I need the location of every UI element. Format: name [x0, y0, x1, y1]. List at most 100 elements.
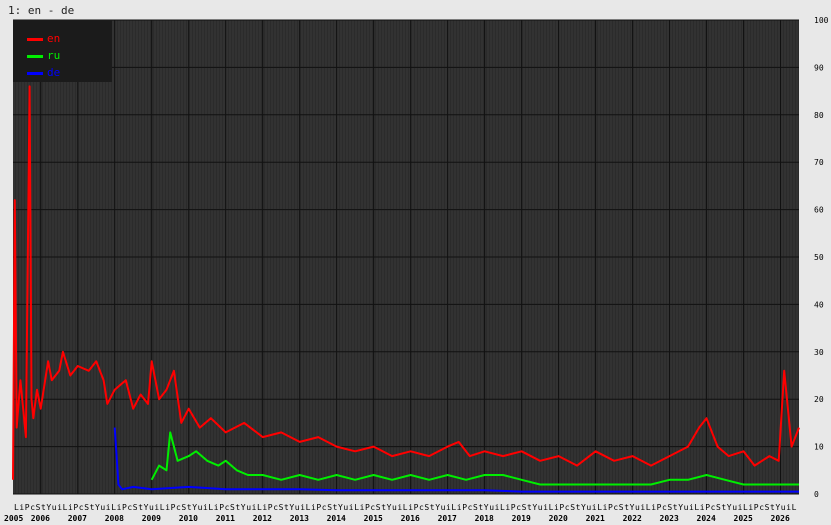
- x-month-tick: t: [381, 503, 386, 512]
- x-month-tick: L: [160, 503, 165, 512]
- x-month-tick: L: [111, 503, 116, 512]
- x-month-tick: i: [117, 503, 122, 512]
- x-axis-ticks: LiPcStYuiLiPcStYuiLiPcStYuiLiPcStYuiLiPc…: [4, 503, 797, 523]
- x-month-tick: t: [624, 503, 629, 512]
- x-year-label-2017: 2017: [438, 514, 457, 523]
- x-month-tick: L: [14, 503, 19, 512]
- x-month-tick: P: [219, 503, 224, 512]
- x-month-tick: u: [52, 503, 57, 512]
- x-month-tick: S: [716, 503, 721, 512]
- x-month-tick: P: [608, 503, 613, 512]
- x-month-tick: c: [370, 503, 375, 512]
- x-year-label-2022: 2022: [623, 514, 642, 523]
- x-month-tick: L: [500, 503, 505, 512]
- x-month-tick: P: [657, 503, 662, 512]
- x-month-tick: P: [365, 503, 370, 512]
- x-month-tick: Y: [532, 503, 537, 512]
- x-month-tick: c: [30, 503, 35, 512]
- x-month-tick: t: [430, 503, 435, 512]
- x-month-tick: i: [106, 503, 111, 512]
- x-year-label-2023: 2023: [660, 514, 679, 523]
- y-tick-label-40: 40: [814, 300, 824, 309]
- x-month-tick: Y: [46, 503, 51, 512]
- y-tick-label-50: 50: [814, 253, 824, 262]
- legend-swatch-ru: [27, 55, 43, 58]
- x-month-tick: u: [441, 503, 446, 512]
- x-month-tick: S: [279, 503, 284, 512]
- x-month-tick: Y: [241, 503, 246, 512]
- x-month-tick: i: [252, 503, 257, 512]
- x-month-tick: t: [527, 503, 532, 512]
- x-month-tick: i: [700, 503, 705, 512]
- x-month-tick: S: [522, 503, 527, 512]
- x-month-tick: u: [586, 503, 591, 512]
- x-month-tick: Y: [435, 503, 440, 512]
- x-month-tick: c: [225, 503, 230, 512]
- x-month-tick: P: [73, 503, 78, 512]
- x-month-tick: P: [171, 503, 176, 512]
- x-month-tick: Y: [338, 503, 343, 512]
- x-year-label-2019: 2019: [512, 514, 531, 523]
- x-month-tick: L: [208, 503, 213, 512]
- x-month-tick: Y: [678, 503, 683, 512]
- x-month-tick: S: [765, 503, 770, 512]
- legend: en ru de: [13, 20, 112, 82]
- x-month-tick: u: [392, 503, 397, 512]
- x-month-tick: u: [246, 503, 251, 512]
- x-month-tick: i: [214, 503, 219, 512]
- legend-label-en: en: [47, 32, 61, 45]
- x-month-tick: P: [414, 503, 419, 512]
- x-year-label-2026: 2026: [771, 514, 790, 523]
- x-month-tick: i: [543, 503, 548, 512]
- x-month-tick: L: [257, 503, 262, 512]
- x-month-tick: c: [79, 503, 84, 512]
- x-month-tick: L: [549, 503, 554, 512]
- x-year-label-2011: 2011: [216, 514, 235, 523]
- x-month-tick: u: [149, 503, 154, 512]
- y-tick-label-60: 60: [814, 206, 824, 215]
- x-year-label-2010: 2010: [179, 514, 198, 523]
- x-month-tick: u: [732, 503, 737, 512]
- x-month-tick: t: [673, 503, 678, 512]
- x-month-tick: Y: [484, 503, 489, 512]
- x-month-tick: Y: [727, 503, 732, 512]
- x-month-tick: S: [181, 503, 186, 512]
- x-month-tick: L: [694, 503, 699, 512]
- x-year-label-2015: 2015: [364, 514, 383, 523]
- x-month-tick: S: [84, 503, 89, 512]
- x-month-tick: u: [343, 503, 348, 512]
- x-year-label-2018: 2018: [475, 514, 494, 523]
- x-year-label-2007: 2007: [68, 514, 87, 523]
- x-month-tick: i: [408, 503, 413, 512]
- x-month-tick: u: [295, 503, 300, 512]
- x-month-tick: L: [306, 503, 311, 512]
- x-month-tick: L: [646, 503, 651, 512]
- x-year-label-2012: 2012: [253, 514, 272, 523]
- x-month-tick: i: [592, 503, 597, 512]
- x-month-tick: i: [262, 503, 267, 512]
- x-month-tick: S: [133, 503, 138, 512]
- x-month-tick: c: [662, 503, 667, 512]
- x-month-tick: S: [230, 503, 235, 512]
- x-year-label-2024: 2024: [697, 514, 716, 523]
- x-month-tick: u: [684, 503, 689, 512]
- x-month-tick: i: [554, 503, 559, 512]
- x-month-tick: c: [565, 503, 570, 512]
- x-year-label-2020: 2020: [549, 514, 568, 523]
- x-month-tick: Y: [387, 503, 392, 512]
- x-month-tick: P: [511, 503, 516, 512]
- x-month-tick: c: [273, 503, 278, 512]
- x-month-tick: P: [705, 503, 710, 512]
- x-year-label-2005: 2005: [4, 514, 23, 523]
- x-month-tick: i: [311, 503, 316, 512]
- y-tick-label-80: 80: [814, 111, 824, 120]
- x-month-tick: t: [478, 503, 483, 512]
- x-month-tick: c: [711, 503, 716, 512]
- x-month-tick: i: [603, 503, 608, 512]
- x-month-tick: t: [770, 503, 775, 512]
- x-month-tick: u: [635, 503, 640, 512]
- x-month-tick: i: [360, 503, 365, 512]
- x-month-tick: c: [468, 503, 473, 512]
- x-month-tick: c: [419, 503, 424, 512]
- x-month-tick: Y: [630, 503, 635, 512]
